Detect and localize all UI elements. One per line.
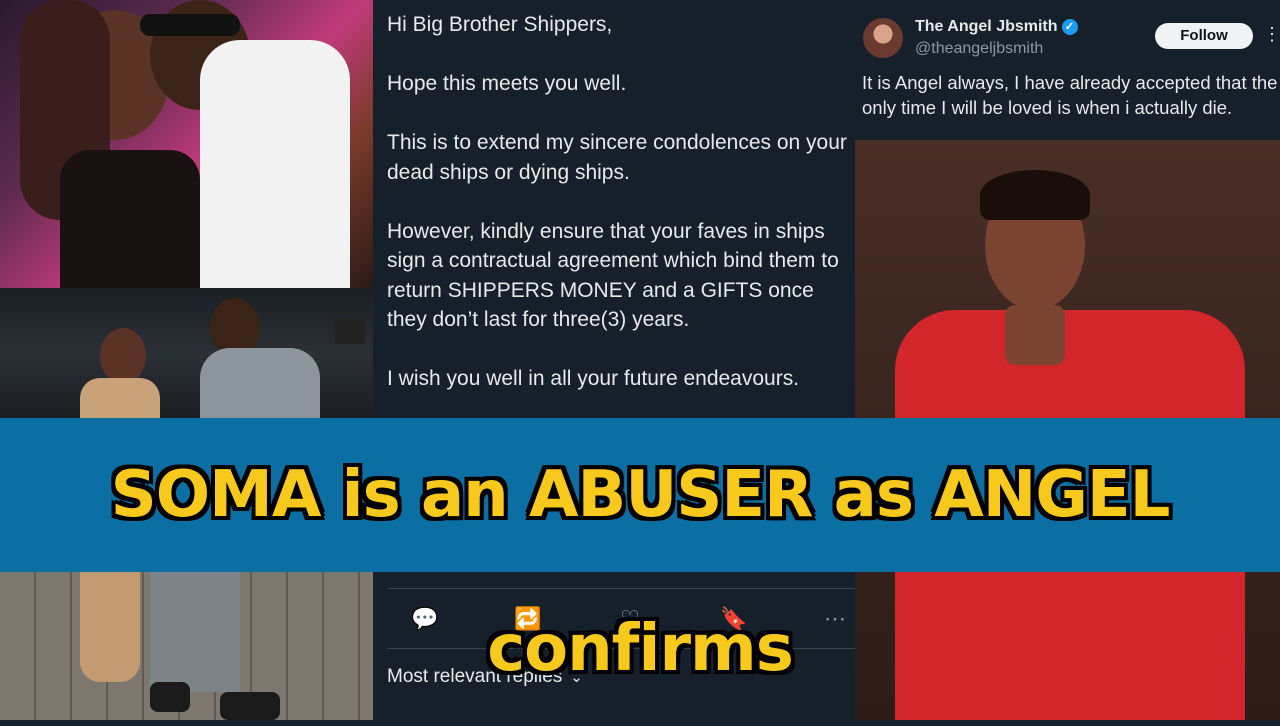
share-icon[interactable]: ⋯ (822, 606, 848, 632)
couple-photo-middle (0, 288, 373, 418)
tweet-body: Hi Big Brother Shippers, Hope this meets… (387, 13, 847, 390)
avatar[interactable] (863, 18, 903, 58)
headline-banner: SOMA is an ABUSER as ANGEL confirms (0, 418, 1280, 686)
verified-badge-icon: ✓ (1061, 19, 1078, 35)
right-tweet: The Angel Jbsmith ✓ @theangeljbsmith Foll… (855, 0, 1280, 140)
couple-photo-top (0, 0, 373, 288)
more-options-icon[interactable]: ⋮ (1263, 24, 1280, 45)
user-handle[interactable]: @theangeljbsmith (915, 40, 1043, 58)
headline-text: SOMA is an ABUSER as ANGEL confirms (110, 458, 1171, 686)
display-name-row[interactable]: The Angel Jbsmith ✓ (915, 18, 1078, 36)
display-name: The Angel Jbsmith (915, 18, 1058, 35)
couple-photo-bottom (0, 572, 373, 720)
reply-icon[interactable]: 💬 (411, 606, 438, 632)
tweet-body: It is Angel always, I have already accep… (862, 72, 1278, 118)
follow-button[interactable]: Follow (1155, 23, 1253, 49)
